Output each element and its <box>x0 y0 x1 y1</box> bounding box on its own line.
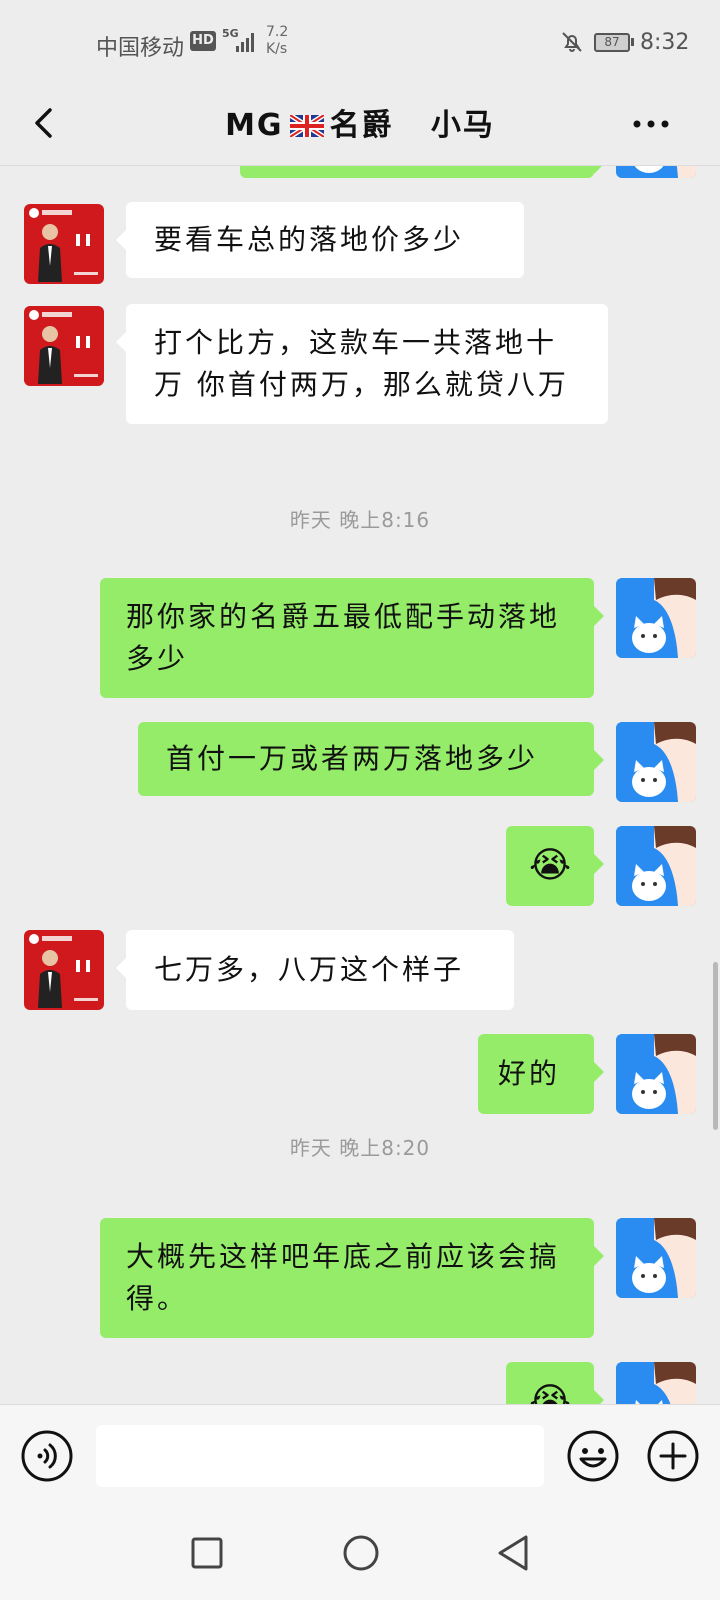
system-nav-bar <box>0 1506 720 1600</box>
chevron-left-icon[interactable] <box>20 98 70 148</box>
chat-title: MG 名爵 小马 <box>110 100 610 144</box>
uk-flag-icon <box>289 115 324 137</box>
input-bar <box>0 1404 720 1506</box>
timestamp: 昨天 晚上8:16 <box>289 508 431 532</box>
recent-apps-icon[interactable] <box>190 1536 224 1570</box>
message-bubble[interactable]: 那你家的名爵五最低配手动落地多少 <box>100 578 604 698</box>
message-bubble[interactable]: 大概先这样吧年底之前应该会搞得。 <box>100 1218 604 1338</box>
anime-cat-avatar-icon <box>616 578 696 658</box>
my-avatar[interactable] <box>616 826 696 906</box>
emoji-message-bubble[interactable]: 😭 <box>506 1362 604 1404</box>
contact-avatar[interactable] <box>24 306 104 386</box>
contact-avatar[interactable] <box>24 930 104 1010</box>
emoji-message-bubble[interactable]: 😭 <box>506 826 604 906</box>
mute-bell-icon <box>562 32 582 52</box>
contact-avatar[interactable] <box>24 204 104 284</box>
scrollbar[interactable] <box>713 962 718 1130</box>
my-avatar[interactable] <box>616 1034 696 1114</box>
speed-value: 7.2 <box>266 24 289 40</box>
my-avatar[interactable] <box>616 1218 696 1298</box>
anime-cat-avatar-icon <box>616 722 696 802</box>
salesman-avatar-icon <box>24 306 104 386</box>
status-bar: 中国移动 HD 5G 7.2 K/s 87 8:32 <box>0 0 720 84</box>
ellipsis-icon[interactable] <box>626 102 676 146</box>
message-text: 大概先这样吧年底之前应该会搞得。 <box>126 1240 561 1315</box>
message-bubble[interactable]: 好的 <box>478 1034 604 1114</box>
home-icon[interactable] <box>342 1534 380 1572</box>
my-avatar[interactable] <box>616 166 696 178</box>
crying-laughing-emoji: 😭 <box>528 845 572 886</box>
speed-unit: K/s <box>266 41 288 57</box>
message-text: 要看车总的落地价多少 <box>154 223 465 256</box>
carrier-label: 中国移动 <box>96 36 185 61</box>
message-text: 好的 <box>498 1057 561 1090</box>
smiley-icon[interactable] <box>566 1429 620 1483</box>
crying-laughing-emoji: 😭 <box>528 1381 572 1404</box>
anime-cat-avatar-icon <box>616 1218 696 1298</box>
my-avatar[interactable] <box>616 722 696 802</box>
my-avatar[interactable] <box>616 578 696 658</box>
message-text: 打个比方，这款车一共落地十万 你首付两万，那么就贷八万 <box>154 326 569 401</box>
message-text: 那你家的名爵五最低配手动落地多少 <box>126 600 561 675</box>
signal-icon <box>236 30 258 52</box>
hd-badge: HD <box>190 31 216 51</box>
voice-icon[interactable] <box>20 1429 74 1483</box>
anime-cat-avatar-icon <box>616 166 696 178</box>
anime-cat-avatar-icon <box>616 1362 696 1404</box>
message-bubble[interactable]: 七万多，八万这个样子 <box>116 930 514 1010</box>
message-bubble[interactable]: 打个比方，这款车一共落地十万 你首付两万，那么就贷八万 <box>116 304 608 424</box>
back-triangle-icon[interactable] <box>496 1534 532 1572</box>
partial-message-bubble[interactable] <box>240 166 604 178</box>
plus-icon[interactable] <box>646 1429 700 1483</box>
timestamp: 昨天 晚上8:20 <box>289 1136 431 1160</box>
message-bubble[interactable]: 要看车总的落地价多少 <box>116 202 524 278</box>
chat-header: MG 名爵 小马 <box>0 84 720 166</box>
clock: 8:32 <box>640 30 690 55</box>
message-list[interactable]: 要看车总的落地价多少 打个比方，这款车一共落地十万 你首付两万，那么就贷八万 昨… <box>0 166 720 1404</box>
anime-cat-avatar-icon <box>616 1034 696 1114</box>
message-text: 七万多，八万这个样子 <box>154 953 465 986</box>
message-bubble[interactable]: 首付一万或者两万落地多少 <box>138 722 604 796</box>
battery-cap <box>631 38 634 46</box>
message-text: 首付一万或者两万落地多少 <box>166 742 539 775</box>
network-speed: 7.2 K/s <box>266 24 288 58</box>
my-avatar[interactable] <box>616 1362 696 1404</box>
anime-cat-avatar-icon <box>616 826 696 906</box>
message-input[interactable] <box>96 1425 544 1487</box>
chat-title-suffix: 名爵 小马 <box>329 108 495 143</box>
chat-title-prefix: MG <box>225 108 284 143</box>
salesman-avatar-icon <box>24 204 104 284</box>
battery-indicator: 87 <box>594 33 630 52</box>
salesman-avatar-icon <box>24 930 104 1010</box>
